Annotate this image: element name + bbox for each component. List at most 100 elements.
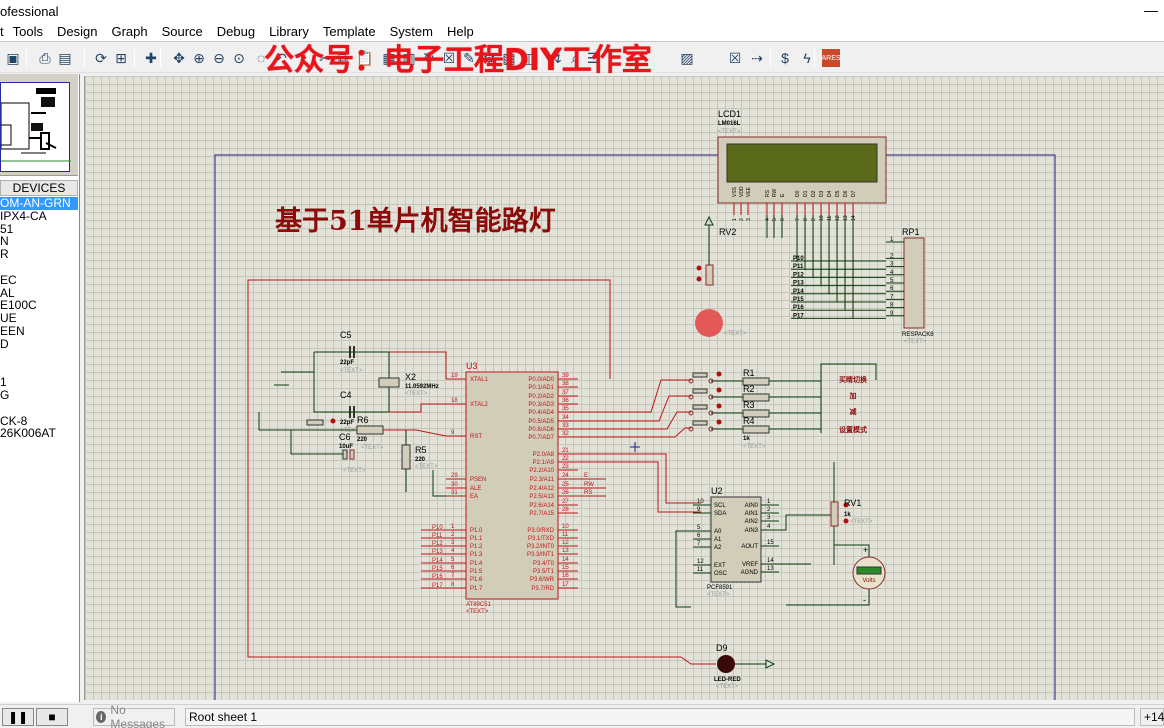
bom-icon[interactable]: $ xyxy=(776,49,794,67)
remove-sheet-icon[interactable]: ☒ xyxy=(726,49,744,67)
r6-text: <TEXT> xyxy=(361,445,384,451)
c6-text: <TEXT> xyxy=(343,468,366,474)
ares-icon[interactable]: ARES xyxy=(821,49,841,67)
lcd-pin-name: D5 xyxy=(835,190,841,197)
lcd-pin-number: 13 xyxy=(843,215,849,221)
refresh-icon[interactable]: ⟳ xyxy=(92,49,110,67)
device-item[interactable] xyxy=(0,402,78,415)
u3-pin-number: 2 xyxy=(451,532,455,538)
device-item[interactable] xyxy=(0,351,78,364)
zoom-out-icon[interactable]: ⊖ xyxy=(210,49,228,67)
device-item[interactable]: R xyxy=(0,248,78,261)
schematic-drawing[interactable]: LCD1 LM016L <TEXT> VSS 1 VDD 2 VEE 3 RS 4 RW 5 E 6 D0 7 D… xyxy=(85,76,1164,700)
save-icon[interactable]: ▣ xyxy=(4,49,22,67)
c5-ref: C5 xyxy=(340,330,352,340)
device-item[interactable]: OM-AN-GRN xyxy=(0,197,78,210)
x2-body xyxy=(378,377,400,388)
schematic-canvas[interactable]: 基于51单片机智能路灯 LCD1 LM016L <TEXT> VSS 1 VDD 2 VEE 3… xyxy=(84,76,1164,700)
sheet-indicator: Root sheet 1 xyxy=(185,708,1135,726)
lcd-pin-number: 8 xyxy=(803,218,809,221)
u3-pin-number: 8 xyxy=(451,582,455,588)
u2-pin-name: AIN1 xyxy=(745,511,759,517)
lcd-pin-number: 14 xyxy=(851,215,857,221)
pan-icon[interactable]: ✥ xyxy=(170,49,188,67)
u3-pin-number: 6 xyxy=(451,565,455,571)
u3-pin-name: EA xyxy=(470,494,478,500)
device-item[interactable]: 1 xyxy=(0,376,78,389)
device-item[interactable]: EC xyxy=(0,274,78,287)
messages-panel[interactable]: i No Messages xyxy=(93,703,175,728)
toolbar-separator xyxy=(26,49,27,67)
toolbar-separator xyxy=(134,49,135,67)
lcd-pin-name: D1 xyxy=(803,190,809,197)
menu-t[interactable]: t xyxy=(0,24,4,39)
resistor-body xyxy=(742,425,770,434)
toolbar-separator xyxy=(84,49,85,67)
device-item[interactable] xyxy=(0,261,78,274)
u2-pin-name: AIN0 xyxy=(745,503,759,509)
device-item[interactable]: EEN xyxy=(0,325,78,338)
x2-ref: X2 xyxy=(405,372,416,382)
pause-button[interactable]: ❚❚ xyxy=(2,708,34,726)
u3-pin-name: P1.1 xyxy=(470,536,483,542)
c4-value: 22pF xyxy=(340,420,354,426)
zoom-all-icon[interactable]: ⊙ xyxy=(230,49,248,67)
wire xyxy=(578,461,701,513)
menu-tools[interactable]: Tools xyxy=(13,24,43,39)
device-item[interactable] xyxy=(0,363,78,376)
messages-text: No Messages xyxy=(110,703,166,728)
u3-pin-name: XTAL1 xyxy=(470,377,489,383)
wire xyxy=(820,363,877,433)
new-sheet-icon[interactable]: ▨ xyxy=(678,49,696,67)
device-item[interactable]: 26K006AT xyxy=(0,427,78,440)
grid-icon[interactable]: ⊞ xyxy=(112,49,130,67)
pause-icon: ❚❚ xyxy=(7,710,29,724)
stop-button[interactable]: ■ xyxy=(36,708,68,726)
wire xyxy=(389,403,446,413)
device-item[interactable]: CK-8 xyxy=(0,415,78,428)
u3-pin-number: 36 xyxy=(562,398,569,404)
device-item[interactable]: IPX4-CA xyxy=(0,210,78,223)
led-d9 xyxy=(717,655,735,673)
info-icon: i xyxy=(96,711,107,723)
menu-debug[interactable]: Debug xyxy=(217,24,255,39)
p1-net-label: P15 xyxy=(432,566,443,572)
u2-pin-name: EXT xyxy=(714,563,726,569)
status-bar: ❚❚ ■ i No Messages Root sheet 1 +14 xyxy=(0,703,1164,728)
device-item[interactable]: 51 xyxy=(0,223,78,236)
d9-text: <TEXT> xyxy=(716,684,739,690)
devices-list[interactable]: OM-AN-GRN IPX4-CA 51 N R EC AL E100C UE EEN D 1 G CK-… xyxy=(0,197,78,440)
menu-graph[interactable]: Graph xyxy=(111,24,147,39)
rp1-ref: RP1 xyxy=(902,227,920,237)
u3-pin-name: P0.3/AD3 xyxy=(528,402,554,408)
origin-icon[interactable]: ✚ xyxy=(142,49,160,67)
voltmeter-label: Volts xyxy=(862,578,875,584)
u3-pin-number: 22 xyxy=(562,456,569,462)
page-icon[interactable]: ▤ xyxy=(56,49,74,67)
device-item[interactable]: N xyxy=(0,235,78,248)
overview-window[interactable] xyxy=(0,74,78,176)
u3-pin-name: PSEN xyxy=(470,477,486,483)
p2-net-label: RW xyxy=(584,482,594,488)
device-item[interactable]: AL xyxy=(0,287,78,300)
menu-source[interactable]: Source xyxy=(162,24,203,39)
lcd-pin-number: 12 xyxy=(835,215,841,221)
u3-pin-name: P0.7/AD7 xyxy=(528,435,554,441)
c6-plate xyxy=(342,449,348,460)
device-item[interactable]: D xyxy=(0,338,78,351)
go-to-sheet-icon[interactable]: ⇢ xyxy=(748,49,766,67)
print-icon[interactable]: ⎙ xyxy=(36,49,54,67)
minimize-icon[interactable]: — xyxy=(1144,2,1158,18)
u3-pin-number: 33 xyxy=(562,423,569,429)
u3-pin-name: P3.1/TXD xyxy=(528,536,555,542)
push-button xyxy=(692,420,708,426)
r4-text: <TEXT> xyxy=(743,444,766,450)
zoom-in-icon[interactable]: ⊕ xyxy=(190,49,208,67)
u3-pin-name: P1.5 xyxy=(470,569,483,575)
menu-design[interactable]: Design xyxy=(57,24,97,39)
u3-pin-name: P0.1/AD1 xyxy=(528,385,554,391)
device-item[interactable]: UE xyxy=(0,312,78,325)
device-item[interactable]: E100C xyxy=(0,299,78,312)
device-item[interactable]: G xyxy=(0,389,78,402)
rp1-text: <TEXT> xyxy=(904,339,927,345)
